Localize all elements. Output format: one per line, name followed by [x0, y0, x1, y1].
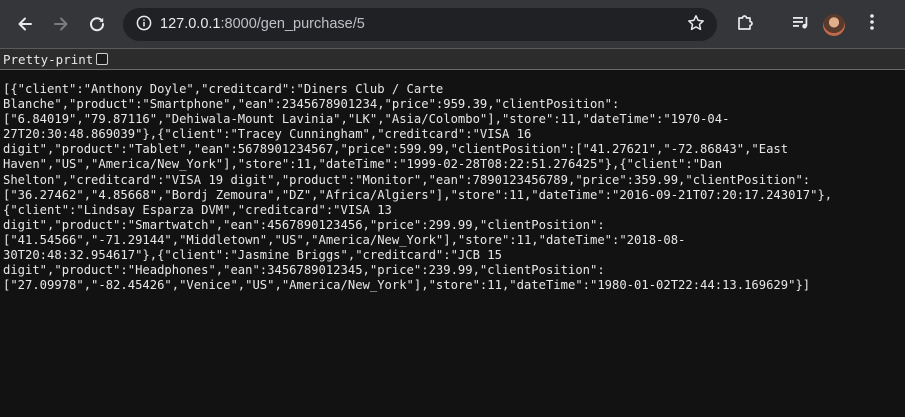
arrow-right-icon [52, 15, 70, 33]
pretty-print-label: Pretty-print [3, 51, 94, 67]
json-line: Haven","US","America/New_York"],"store":… [3, 157, 723, 172]
forward-button[interactable] [45, 8, 77, 40]
media-control-button[interactable] [787, 10, 815, 38]
playlist-icon [791, 12, 811, 36]
json-line: digit","product":"Smartwatch","ean":4567… [3, 217, 605, 232]
pretty-print-checkbox[interactable] [96, 53, 109, 65]
extensions-button[interactable] [732, 10, 760, 38]
json-line: ["36.27462","4.85668","Bordj Zemoura","D… [3, 187, 833, 202]
bookmark-button[interactable] [685, 14, 707, 36]
more-vertical-icon [869, 13, 875, 35]
json-line: 30T20:48:32.954617"},{"client":"Jasmine … [3, 248, 502, 263]
browser-toolbar: 127.0.0.1:8000/gen_purchase/5 [0, 0, 905, 48]
reload-icon [88, 15, 106, 33]
url-text[interactable]: 127.0.0.1:8000/gen_purchase/5 [160, 8, 365, 41]
json-line: digit","product":"Tablet","ean":56789012… [3, 142, 789, 157]
info-icon [136, 15, 152, 35]
reload-button[interactable] [81, 8, 113, 40]
address-bar[interactable]: 127.0.0.1:8000/gen_purchase/5 [123, 8, 717, 41]
json-line: Shelton","creditcard":"VISA 19 digit","p… [3, 172, 811, 187]
site-info-button[interactable] [131, 12, 156, 37]
json-line: ["41.54566","-71.29144","Middletown","US… [3, 232, 686, 247]
profile-avatar[interactable] [823, 14, 845, 36]
json-line: ["6.84019","79.87116","Dehiwala-Mount La… [3, 112, 730, 127]
arrow-left-icon [16, 15, 34, 33]
json-line: {"client":"Lindsay Esparza DVM","creditc… [3, 202, 392, 217]
url-host: 127.0.0.1 [160, 16, 221, 32]
json-line: [{"client":"Anthony Doyle","creditcard":… [3, 82, 444, 96]
url-path: :8000/gen_purchase/5 [220, 16, 365, 32]
back-button[interactable] [9, 8, 41, 40]
json-line: 27T20:30:48.869039"},{"client":"Tracey C… [3, 127, 532, 142]
star-icon [687, 14, 705, 36]
pretty-print-bar: Pretty-print [0, 49, 905, 70]
puzzle-icon [736, 12, 756, 36]
json-line: ["27.09978","-82.45426","Venice","US","A… [3, 278, 811, 293]
json-line: Blanche","product":"Smartphone","ean":23… [3, 97, 620, 112]
json-line: digit","product":"Headphones","ean":3456… [3, 263, 605, 278]
json-content: [{"client":"Anthony Doyle","creditcard":… [3, 82, 898, 293]
menu-button[interactable] [858, 10, 886, 38]
